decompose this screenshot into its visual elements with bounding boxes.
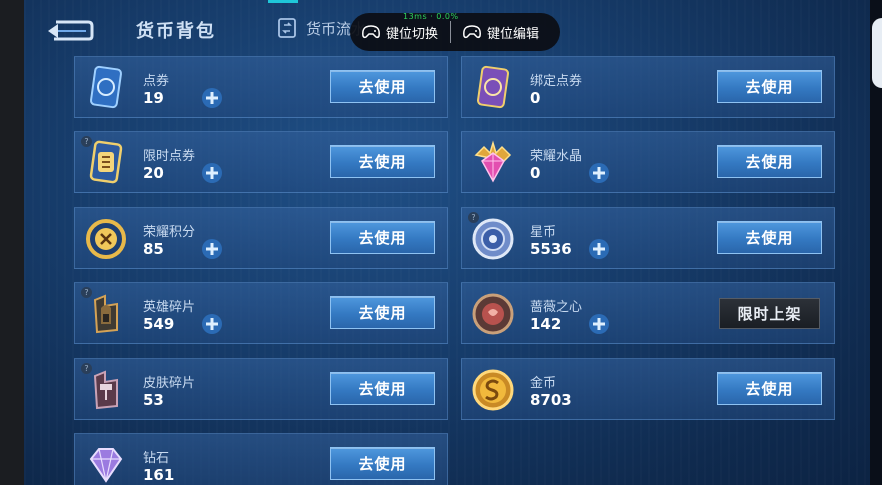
add-voucher-button[interactable] xyxy=(201,87,223,109)
currency-amount: 0 xyxy=(530,164,541,182)
currency-amount: 19 xyxy=(143,89,164,107)
currency-card-hero-fragment: ? 英雄碎片 549 去使用 xyxy=(74,282,448,344)
left-window-bar xyxy=(0,0,24,485)
use-honor-points-button[interactable]: 去使用 xyxy=(330,221,435,254)
currency-name: 荣耀水晶 xyxy=(530,149,583,164)
currency-name: 限时点券 xyxy=(143,149,196,164)
currency-card-star-coin: ? 星币 5536 去使用 xyxy=(461,207,835,269)
currency-flow-icon xyxy=(278,18,296,38)
hero-fragment-icon xyxy=(93,294,118,334)
limited-voucher-icon xyxy=(89,140,123,184)
currency-card-voucher: 点券 19 去使用 xyxy=(74,56,448,118)
currency-amount: 5536 xyxy=(530,240,572,258)
currency-name: 荣耀积分 xyxy=(143,225,196,240)
currency-name: 星币 xyxy=(530,225,557,240)
currency-amount: 549 xyxy=(143,315,175,333)
add-rose-heart-button[interactable] xyxy=(588,313,610,335)
currency-name: 金币 xyxy=(530,376,557,391)
plus-icon xyxy=(202,314,222,334)
currency-card-honor-crystal: 荣耀水晶 0 去使用 xyxy=(461,131,835,193)
key-edit-label: 键位编辑 xyxy=(487,26,540,42)
performance-stat: 13ms · 0.0% xyxy=(403,12,459,21)
rose-heart-icon xyxy=(472,293,514,335)
honor-crystal-icon xyxy=(474,140,512,183)
currency-amount: 85 xyxy=(143,240,164,258)
add-hero-fragment-button[interactable] xyxy=(201,313,223,335)
side-handle[interactable] xyxy=(872,18,882,88)
back-arrow-icon xyxy=(48,20,94,41)
page-title: 货币背包 xyxy=(136,21,216,42)
add-honor-points-button[interactable] xyxy=(201,238,223,260)
currency-amount: 20 xyxy=(143,164,164,182)
key-mapping-overlay: 13ms · 0.0% 键位切换 键位编辑 xyxy=(350,12,560,51)
gold-coin-icon xyxy=(472,369,514,411)
key-edit-button[interactable]: 键位编辑 xyxy=(451,13,551,51)
plus-icon xyxy=(202,239,222,259)
currency-name: 蔷薇之心 xyxy=(530,300,583,315)
currency-card-bound-voucher: 绑定点券 0 去使用 xyxy=(461,56,835,118)
currency-amount: 142 xyxy=(530,315,562,333)
add-star-coin-button[interactable] xyxy=(588,238,610,260)
use-skin-fragment-button[interactable]: 去使用 xyxy=(330,372,435,405)
use-bound-voucher-button[interactable]: 去使用 xyxy=(717,70,822,103)
currency-card-limited-voucher: ? 限时点券 20 去使用 xyxy=(74,131,448,193)
back-button[interactable] xyxy=(46,16,94,42)
use-honor-crystal-button[interactable]: 去使用 xyxy=(717,145,822,178)
currency-card-diamond: 钻石 161 去使用 xyxy=(74,433,448,485)
bound-voucher-icon xyxy=(476,65,510,109)
use-diamond-button[interactable]: 去使用 xyxy=(330,447,435,480)
currency-card-skin-fragment: ? 皮肤碎片 53 去使用 xyxy=(74,358,448,420)
currency-backpack-screen: 货币背包 货币流水 13ms · 0.0% 键位切换 键位编辑 点券 19 去使… xyxy=(24,0,870,485)
star-coin-icon xyxy=(472,218,514,260)
currency-name: 皮肤碎片 xyxy=(143,376,196,391)
add-honor-crystal-button[interactable] xyxy=(588,162,610,184)
limited-listing-badge: 限时上架 xyxy=(719,298,820,329)
currency-card-honor-points: 荣耀积分 85 去使用 xyxy=(74,207,448,269)
currency-amount: 161 xyxy=(143,466,175,484)
plus-icon xyxy=(589,239,609,259)
skin-fragment-icon xyxy=(93,370,118,410)
plus-icon xyxy=(589,314,609,334)
voucher-card-icon xyxy=(89,65,123,109)
currency-name: 英雄碎片 xyxy=(143,300,196,315)
honor-points-icon xyxy=(86,219,126,259)
currency-card-rose-heart: 蔷薇之心 142 限时上架 xyxy=(461,282,835,344)
currency-name: 钻石 xyxy=(143,451,170,466)
diamond-icon xyxy=(89,448,123,483)
use-star-coin-button[interactable]: 去使用 xyxy=(717,221,822,254)
use-gold-coin-button[interactable]: 去使用 xyxy=(717,372,822,405)
currency-name: 绑定点券 xyxy=(530,74,583,89)
gamepad-icon xyxy=(362,25,380,39)
currency-card-gold-coin: 金币 8703 去使用 xyxy=(461,358,835,420)
gamepad-icon xyxy=(463,25,481,39)
currency-amount: 0 xyxy=(530,89,541,107)
plus-icon xyxy=(202,88,222,108)
use-limited-voucher-button[interactable]: 去使用 xyxy=(330,145,435,178)
use-hero-fragment-button[interactable]: 去使用 xyxy=(330,296,435,329)
key-switch-label: 键位切换 xyxy=(386,26,439,42)
currency-amount: 8703 xyxy=(530,391,572,409)
use-voucher-button[interactable]: 去使用 xyxy=(330,70,435,103)
currency-name: 点券 xyxy=(143,74,170,89)
currency-amount: 53 xyxy=(143,391,164,409)
add-limited-voucher-button[interactable] xyxy=(201,162,223,184)
plus-icon xyxy=(589,163,609,183)
top-accent-line xyxy=(268,0,298,3)
plus-icon xyxy=(202,163,222,183)
